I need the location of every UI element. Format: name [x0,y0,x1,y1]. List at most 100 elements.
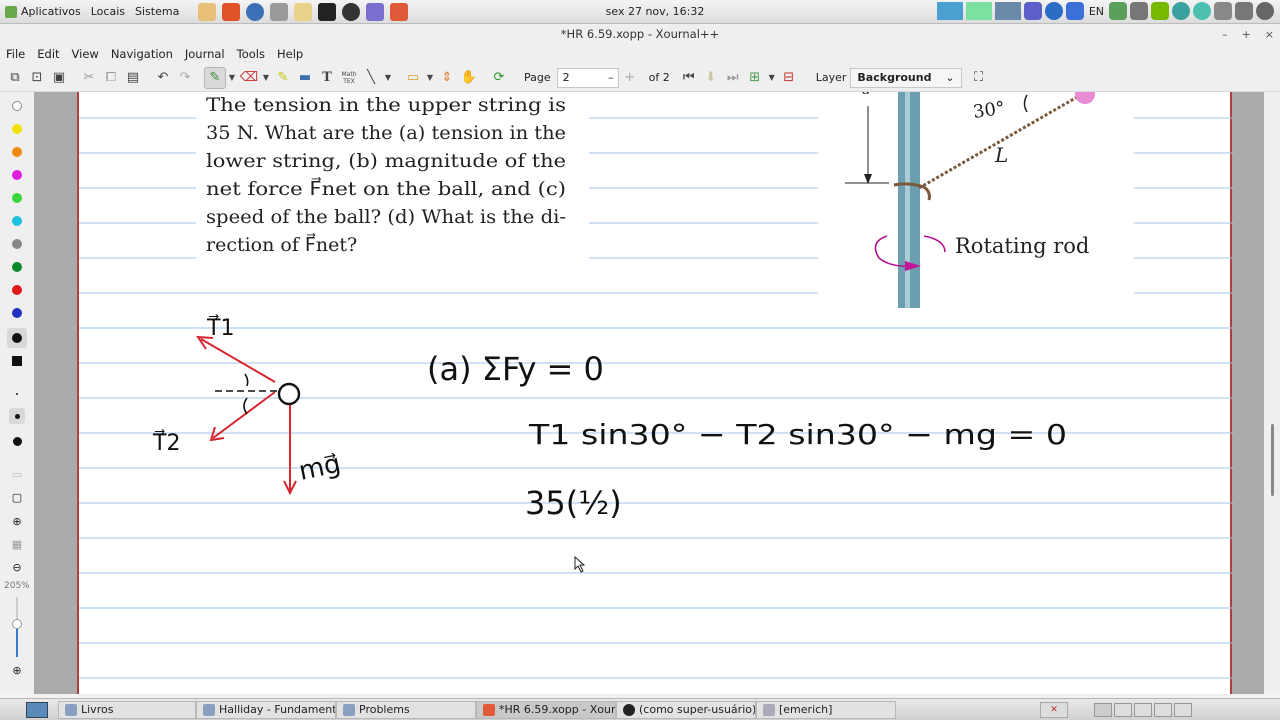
workspace-1[interactable] [1094,702,1112,717]
eraser-dropdown-icon[interactable]: ▼ [260,67,272,89]
places-menu[interactable]: Locais [86,5,130,18]
xournal-launcher-icon[interactable] [390,2,409,21]
color-white[interactable] [9,98,25,114]
layout-icon[interactable]: ▭ [9,466,25,482]
bluetooth-icon[interactable] [1044,2,1063,20]
canvas-area[interactable]: The tension in the upper string is 35 N.… [34,92,1264,694]
color-dark-green[interactable] [9,259,25,275]
insert-page-dropdown-icon[interactable]: ▼ [766,67,778,89]
color-orange[interactable] [9,144,25,160]
update-icon[interactable] [1172,2,1190,20]
thickness-medium[interactable] [9,408,25,424]
next-annotated-page-icon[interactable]: ⬇ [700,67,722,89]
pen-dropdown-icon[interactable]: ▼ [226,67,238,89]
task-terminal-root[interactable]: (como super-usuário) [616,700,756,719]
workspace-switcher[interactable] [1094,702,1192,717]
color-cyan[interactable] [9,213,25,229]
math-tex-tool-icon[interactable]: Math TEX [338,67,360,89]
undo-icon[interactable]: ↶ [152,67,174,89]
zoom-fit-icon[interactable]: ▦ [9,536,25,552]
color-gray[interactable] [9,236,25,252]
insert-page-icon[interactable]: ⊞ [744,67,766,89]
color-black[interactable] [7,328,27,348]
cpu-monitor-icon[interactable] [936,2,963,20]
select-dropdown-icon[interactable]: ▼ [424,67,436,89]
journal-page[interactable]: The tension in the upper string is 35 N.… [77,92,1234,694]
menu-file[interactable]: File [0,47,31,61]
file-manager-launcher-icon[interactable] [198,2,217,21]
highlighter-tool-icon[interactable]: ✎ [272,67,294,89]
image-tool-icon[interactable]: ▬ [294,67,316,89]
first-page-icon[interactable]: ⏮ [678,67,700,89]
zoom-in-icon[interactable]: ⊕ [9,513,25,529]
workspace-4[interactable] [1154,702,1172,717]
zoom-out-icon[interactable]: ⊖ [9,559,25,575]
rect-select-icon[interactable]: ▭ [402,67,424,89]
menu-journal[interactable]: Journal [179,47,231,61]
view-icon[interactable]: ▢ [9,489,25,505]
line-tool-icon[interactable]: ╲ [360,67,382,89]
menu-tools[interactable]: Tools [231,47,271,61]
sync-icon[interactable] [1193,2,1211,20]
eraser-tool-icon[interactable]: ⌫ [238,67,260,89]
task-problems[interactable]: Problems [336,700,476,719]
close-button[interactable]: × [1265,28,1274,41]
maximize-button[interactable]: + [1242,28,1251,41]
task-emerich[interactable]: [emerich] [756,700,896,719]
fullscreen-icon[interactable]: ⛶ [968,67,990,89]
power-icon[interactable] [1256,2,1274,20]
thickness-fine[interactable] [9,386,25,402]
delete-page-icon[interactable]: ⊟ [778,67,800,89]
menu-navigation[interactable]: Navigation [105,47,179,61]
vertical-space-icon[interactable]: ⇕ [436,67,458,89]
cut-icon[interactable]: ✂ [78,67,100,89]
volume-icon[interactable] [1214,2,1232,20]
keyboard-layout-indicator[interactable]: EN [1087,5,1106,18]
mail-icon[interactable] [1235,2,1253,20]
task-halliday[interactable]: Halliday - Fundamenta... [196,700,336,719]
save-icon[interactable]: ▣ [48,67,70,89]
applications-menu[interactable]: Aplicativos [0,5,86,18]
last-page-icon[interactable]: ⏭ [722,67,744,89]
color-green[interactable] [9,190,25,206]
zoom-search-icon[interactable]: ⊕ [9,662,25,678]
clock[interactable]: sex 27 nov, 16:32 [600,5,710,18]
dropbox-icon[interactable] [1065,2,1084,20]
scrollbar-thumb[interactable] [1271,424,1274,496]
menu-edit[interactable]: Edit [31,47,65,61]
refresh-icon[interactable]: ⟳ [488,67,510,89]
menu-help[interactable]: Help [271,47,309,61]
obs-launcher-icon[interactable] [342,2,361,21]
calculator-launcher-icon[interactable] [270,2,289,21]
show-desktop-icon[interactable] [26,701,48,718]
hand-tool-icon[interactable]: ✋ [458,67,480,89]
color-yellow[interactable] [9,121,25,137]
task-xournal[interactable]: *HR 6.59.xopp - Xourn... [476,700,616,719]
task-livros[interactable]: Livros [58,700,196,719]
shape-dropdown-icon[interactable]: ▼ [382,67,394,89]
zoom-slider[interactable] [12,597,22,657]
menu-view[interactable]: View [66,47,105,61]
layer-select[interactable]: Background ⌄ [850,67,962,88]
workspace-2[interactable] [1114,702,1132,717]
system-menu[interactable]: Sistema [130,5,184,18]
page-number-input[interactable]: 2 – [556,67,619,88]
fill-black[interactable] [9,353,25,369]
teams-icon[interactable] [1023,2,1042,20]
pen-launcher-icon[interactable] [366,2,385,21]
trash-icon[interactable]: ✕ [1040,701,1068,718]
memory-monitor-icon[interactable] [965,2,992,20]
page-increment-icon[interactable]: + [619,67,641,89]
nvidia-icon[interactable] [1151,2,1169,20]
color-magenta[interactable] [9,167,25,183]
zoom-slider-handle[interactable] [12,619,22,629]
signal-icon[interactable] [1130,2,1148,20]
brave-browser-launcher-icon[interactable] [222,2,241,21]
color-blue[interactable] [9,305,25,321]
copy-icon[interactable]: ⧠ [100,67,122,89]
color-red[interactable] [9,282,25,298]
pen-tool-icon[interactable]: ✎ [204,66,226,89]
search-launcher-icon[interactable] [246,2,265,21]
thickness-thick[interactable] [9,433,25,449]
shield-icon[interactable] [1109,2,1127,20]
